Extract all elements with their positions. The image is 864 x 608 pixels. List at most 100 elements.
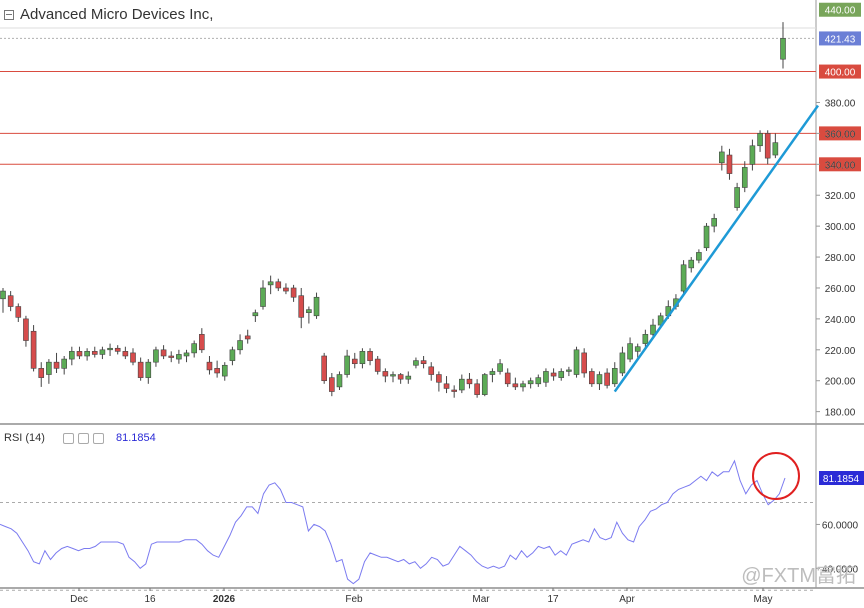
price-tick-label: 180.00 <box>825 408 856 419</box>
candle-body <box>443 383 450 389</box>
candle-body <box>283 287 289 292</box>
price-tick-label: 280.00 <box>825 253 856 264</box>
candle-body <box>512 383 519 388</box>
candle-body <box>351 358 358 365</box>
candle-body <box>436 374 442 383</box>
candle-body <box>474 383 480 395</box>
candle-body <box>229 349 236 361</box>
candle-body <box>206 361 213 371</box>
candle-body <box>382 371 389 377</box>
trendline <box>613 104 820 393</box>
candle-body <box>359 351 366 365</box>
candle-body <box>550 372 557 377</box>
candlestick-series <box>0 22 786 398</box>
price-tick-label: 220.00 <box>825 346 856 357</box>
time-tick-label: Feb <box>345 594 363 605</box>
rsi-highlight-circle <box>752 452 800 500</box>
visibility-icon[interactable] <box>62 432 74 444</box>
collapse-icon[interactable] <box>4 9 14 20</box>
candle-body <box>596 374 603 385</box>
candle-body <box>642 334 649 344</box>
rsi-line <box>0 459 786 585</box>
watermark: @FXTM富拓 <box>741 565 856 587</box>
candle-body <box>780 38 786 60</box>
candle-body <box>160 349 167 357</box>
candle-body <box>413 360 419 366</box>
candle-body <box>543 371 549 383</box>
candle-body <box>214 368 220 374</box>
candle-body <box>84 351 90 357</box>
candle-body <box>566 369 572 372</box>
candle-body <box>252 312 259 317</box>
candle-body <box>130 352 136 363</box>
price-tick-label: 200.00 <box>825 377 856 388</box>
rsi-tick-label: 60.0000 <box>822 520 859 531</box>
settings-icon[interactable] <box>77 432 89 444</box>
candle-body <box>749 145 756 165</box>
candle-body <box>627 343 633 360</box>
candle-body <box>91 351 98 355</box>
candle-body <box>176 354 182 360</box>
candle-body <box>69 351 75 360</box>
candle-body <box>46 361 52 375</box>
candle-body <box>589 371 595 385</box>
chart-title: Advanced Micro Devices Inc, <box>20 6 214 23</box>
candle-body <box>489 371 496 375</box>
price-tick-label: 360.00 <box>825 129 856 140</box>
candle-body <box>374 358 381 372</box>
candle-body <box>298 295 305 318</box>
candle-body <box>757 133 763 147</box>
candle-body <box>23 318 29 341</box>
candle-body <box>711 218 717 227</box>
price-label: 421.43 <box>825 34 856 45</box>
candle-body <box>199 334 205 351</box>
candle-body <box>0 290 6 300</box>
price-tick-label: 300.00 <box>825 222 856 233</box>
chart-header: Advanced Micro Devices Inc, <box>4 6 213 23</box>
candle-body <box>313 296 320 317</box>
candle-body <box>153 349 159 363</box>
candle-body <box>267 281 274 286</box>
rsi-label: RSI (14) <box>4 432 45 444</box>
candle-body <box>650 324 656 335</box>
candle-body <box>734 187 740 208</box>
candle-body <box>191 343 197 354</box>
price-tick-label: 340.00 <box>825 160 856 171</box>
candle-body <box>451 389 457 392</box>
candle-body <box>336 374 343 388</box>
price-tick-label: 260.00 <box>825 284 856 295</box>
candle-body <box>428 366 435 375</box>
close-icon[interactable] <box>92 432 104 444</box>
rsi-panel: 60.000040.000081.1854 <box>0 452 864 591</box>
candle-body <box>61 358 67 369</box>
candle-body <box>726 154 733 174</box>
candle-body <box>38 368 45 378</box>
candle-body <box>611 368 618 385</box>
candle-body <box>634 346 641 352</box>
time-tick-label: 2026 <box>213 594 236 605</box>
rsi-header: RSI (14) 81.1854 <box>4 432 156 444</box>
candle-body <box>497 363 503 372</box>
rsi-value-label: 81.1854 <box>823 474 860 485</box>
candle-body <box>114 347 121 352</box>
candle-body <box>459 378 465 391</box>
candle-body <box>558 371 565 378</box>
rsi-current-value: 81.1854 <box>115 432 156 444</box>
candle-body <box>168 355 175 358</box>
time-tick-label: 16 <box>144 594 156 605</box>
time-tick-label: May <box>754 594 773 605</box>
candle-body <box>741 167 748 188</box>
candle-body <box>221 364 228 377</box>
candle-body <box>53 361 60 369</box>
candle-body <box>390 374 396 377</box>
grid-lines <box>0 0 864 589</box>
candle-body <box>688 259 695 269</box>
candle-body <box>329 377 335 392</box>
candle-body <box>703 225 710 249</box>
candle-body <box>244 335 251 340</box>
time-tick-label: 17 <box>547 594 559 605</box>
candle-body <box>527 380 534 385</box>
candle-body <box>696 252 702 261</box>
uptrend-line <box>613 104 820 393</box>
candle-body <box>260 287 266 307</box>
